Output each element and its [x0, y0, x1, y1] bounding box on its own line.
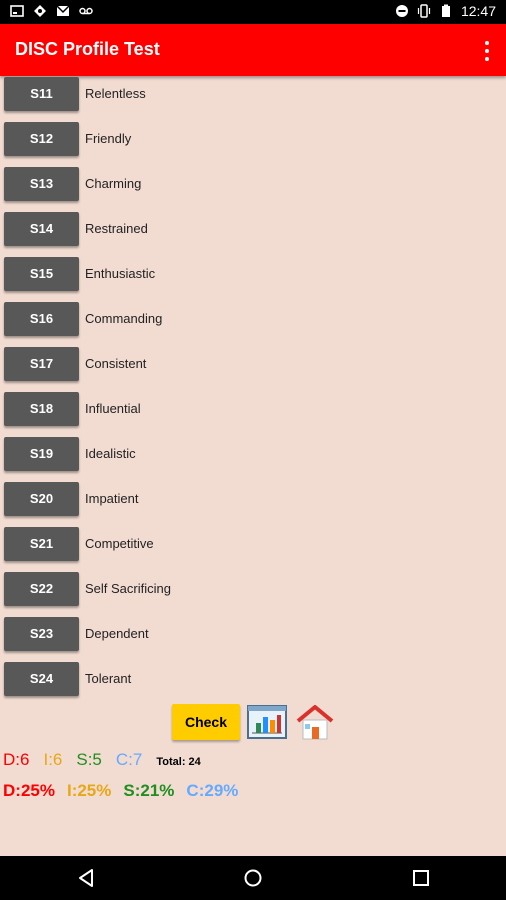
back-icon[interactable]: [75, 867, 97, 889]
row-button-s13[interactable]: S13: [4, 167, 79, 201]
list-item: S18 Influential: [0, 389, 506, 434]
row-button-s18[interactable]: S18: [4, 392, 79, 426]
pct-c: C:29%: [186, 781, 239, 800]
row-label: Consistent: [85, 356, 147, 371]
row-label: Commanding: [85, 311, 163, 326]
gmail-icon: [56, 5, 70, 16]
row-button-s23[interactable]: S23: [4, 617, 79, 651]
row-label: Tolerant: [85, 671, 132, 686]
bar-chart-icon[interactable]: [246, 703, 288, 741]
home-nav-icon[interactable]: [242, 867, 264, 889]
row-label: Restrained: [85, 221, 148, 236]
screenshot-icon: [10, 5, 24, 17]
row-label: Enthusiastic: [85, 266, 156, 281]
recents-icon[interactable]: [410, 867, 432, 889]
app-notification-icon: [34, 5, 46, 17]
list-item: S17 Consistent: [0, 344, 506, 389]
row-label: Competitive: [85, 536, 154, 551]
count-s: S:5: [76, 750, 102, 769]
check-button[interactable]: Check: [172, 704, 240, 740]
score-percentages: D:25% I:25% S:21% C:29%: [3, 781, 250, 801]
question-list[interactable]: S11 Relentless S12 Friendly S13 Charming…: [0, 76, 506, 700]
list-item: S23 Dependent: [0, 614, 506, 659]
list-item: S24 Tolerant: [0, 659, 506, 700]
list-item: S22 Self Sacrificing: [0, 569, 506, 614]
home-icon[interactable]: [294, 703, 336, 741]
row-button-s24[interactable]: S24: [4, 662, 79, 696]
status-bar: 12:47: [0, 0, 506, 24]
list-item: S19 Idealistic: [0, 434, 506, 479]
row-button-s12[interactable]: S12: [4, 122, 79, 156]
list-item: S21 Competitive: [0, 524, 506, 569]
action-bar: Check: [172, 702, 336, 742]
count-i: I:6: [43, 750, 63, 769]
row-button-s19[interactable]: S19: [4, 437, 79, 471]
overflow-menu-icon[interactable]: [480, 40, 494, 62]
do-not-disturb-icon: [395, 5, 408, 17]
row-label: Dependent: [85, 626, 149, 641]
row-button-s16[interactable]: S16: [4, 302, 79, 336]
voicemail-icon: [79, 7, 93, 15]
navigation-bar: [0, 856, 506, 900]
pct-d: D:25%: [3, 781, 55, 800]
battery-icon: [441, 4, 450, 17]
score-counts: D:6 I:6 S:5 C:7 Total: 24: [3, 750, 201, 770]
list-item: S14 Restrained: [0, 209, 506, 254]
row-button-s15[interactable]: S15: [4, 257, 79, 291]
row-button-s21[interactable]: S21: [4, 527, 79, 561]
vibrate-icon: [417, 4, 431, 18]
row-button-s20[interactable]: S20: [4, 482, 79, 516]
row-label: Relentless: [85, 86, 146, 101]
menu-dot: [485, 41, 489, 45]
row-button-s14[interactable]: S14: [4, 212, 79, 246]
app-title: DISC Profile Test: [15, 39, 160, 59]
count-d: D:6: [3, 750, 30, 769]
count-total: Total: 24: [156, 756, 201, 768]
menu-dot: [485, 49, 489, 53]
list-item: S11 Relentless: [0, 76, 506, 119]
row-label: Self Sacrificing: [85, 581, 171, 596]
list-item: S13 Charming: [0, 164, 506, 209]
row-label: Friendly: [85, 131, 132, 146]
row-label: Charming: [85, 176, 142, 191]
list-item: S12 Friendly: [0, 119, 506, 164]
row-label: Influential: [85, 401, 141, 416]
list-item: S20 Impatient: [0, 479, 506, 524]
row-button-s22[interactable]: S22: [4, 572, 79, 606]
row-button-s17[interactable]: S17: [4, 347, 79, 381]
list-item: S16 Commanding: [0, 299, 506, 344]
row-button-s11[interactable]: S11: [4, 77, 79, 111]
menu-dot: [485, 57, 489, 61]
app-bar: DISC Profile Test: [0, 24, 506, 76]
list-item: S15 Enthusiastic: [0, 254, 506, 299]
row-label: Idealistic: [85, 446, 136, 461]
status-time: 12:47: [460, 3, 496, 19]
pct-i: I:25%: [66, 781, 112, 800]
count-c: C:7: [115, 750, 143, 769]
row-label: Impatient: [85, 491, 139, 506]
pct-s: S:21%: [123, 781, 175, 800]
